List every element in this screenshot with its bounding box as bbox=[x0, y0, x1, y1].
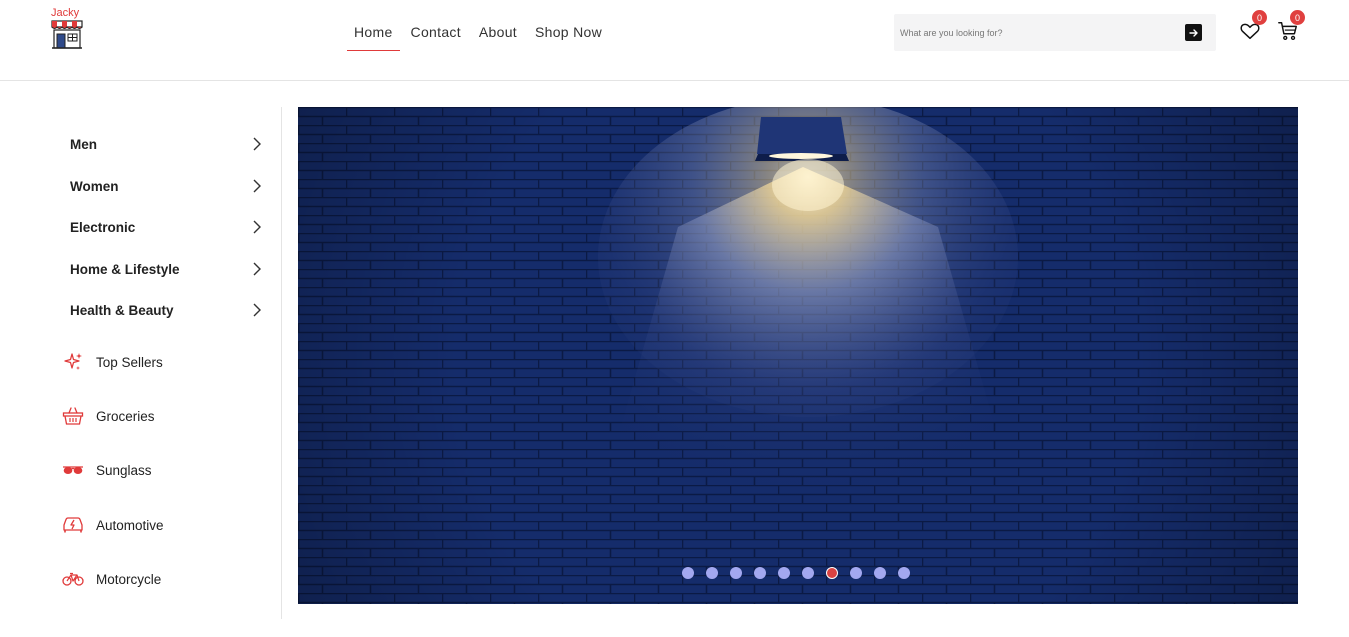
chevron-right-icon bbox=[253, 137, 261, 151]
category-label: Electronic bbox=[70, 219, 136, 235]
nav-about[interactable]: About bbox=[470, 22, 526, 50]
category-label: Home & Lifestyle bbox=[70, 261, 180, 277]
category-label: Men bbox=[70, 136, 97, 152]
carousel-dot[interactable] bbox=[730, 567, 742, 579]
nav-home[interactable]: Home bbox=[345, 22, 402, 51]
sidebar-item-motorcycle[interactable]: Motorcycle bbox=[62, 567, 161, 591]
basket-icon bbox=[62, 405, 84, 427]
category-electronic[interactable]: Electronic bbox=[70, 216, 262, 238]
cart-count-badge: 0 bbox=[1290, 10, 1305, 25]
sidebar-item-label: Groceries bbox=[96, 408, 155, 424]
logo-text: Jacky bbox=[51, 7, 80, 19]
store-icon bbox=[51, 20, 83, 49]
chevron-right-icon bbox=[253, 179, 261, 193]
sidebar-item-label: Motorcycle bbox=[96, 571, 162, 587]
sidebar-item-automotive[interactable]: Automotive bbox=[62, 513, 164, 537]
car-icon bbox=[62, 514, 84, 536]
sidebar-item-label: Top Sellers bbox=[96, 354, 163, 370]
header: Jacky Home Contact About Shop Now What a… bbox=[0, 0, 1349, 81]
banner-image bbox=[298, 107, 1298, 604]
cart-button[interactable]: 0 bbox=[1277, 10, 1305, 42]
category-women[interactable]: Women bbox=[70, 175, 262, 197]
category-health-beauty[interactable]: Health & Beauty bbox=[70, 299, 262, 321]
carousel-dot[interactable] bbox=[682, 567, 694, 579]
nav-contact[interactable]: Contact bbox=[402, 22, 470, 50]
search-submit-button[interactable] bbox=[1185, 24, 1202, 41]
sidebar-item-label: Sunglass bbox=[96, 462, 152, 478]
sidebar-item-label: Automotive bbox=[96, 517, 164, 533]
carousel-dot[interactable] bbox=[874, 567, 886, 579]
sunglasses-icon bbox=[62, 459, 84, 481]
carousel-dot[interactable] bbox=[802, 567, 814, 579]
carousel-indicators bbox=[682, 567, 910, 579]
sidebar-item-groceries[interactable]: Groceries bbox=[62, 404, 155, 428]
sidebar-item-sunglass[interactable]: Sunglass bbox=[62, 458, 152, 482]
carousel-dot[interactable] bbox=[754, 567, 766, 579]
nav-shop-now[interactable]: Shop Now bbox=[526, 22, 611, 50]
chevron-right-icon bbox=[253, 303, 261, 317]
wishlist-count-badge: 0 bbox=[1252, 10, 1267, 25]
carousel-dot-active[interactable] bbox=[826, 567, 838, 579]
category-label: Women bbox=[70, 178, 119, 194]
arrow-right-icon bbox=[1188, 28, 1198, 37]
category-sidebar: Men Women Electronic Home & Lifestyle He… bbox=[0, 107, 282, 619]
bicycle-icon bbox=[62, 568, 84, 590]
category-home-lifestyle[interactable]: Home & Lifestyle bbox=[70, 258, 262, 280]
chevron-right-icon bbox=[253, 220, 261, 234]
main-nav: Home Contact About Shop Now bbox=[345, 22, 611, 51]
sidebar-item-top-sellers[interactable]: Top Sellers bbox=[62, 350, 163, 374]
hero-banner[interactable] bbox=[298, 107, 1298, 604]
chevron-right-icon bbox=[253, 262, 261, 276]
carousel-dot[interactable] bbox=[778, 567, 790, 579]
search-input[interactable] bbox=[900, 14, 1180, 51]
carousel-dot[interactable] bbox=[850, 567, 862, 579]
search-bar bbox=[894, 14, 1216, 51]
carousel-dot[interactable] bbox=[898, 567, 910, 579]
wishlist-button[interactable]: 0 bbox=[1239, 10, 1267, 42]
carousel-dot[interactable] bbox=[706, 567, 718, 579]
category-label: Health & Beauty bbox=[70, 302, 174, 318]
category-men[interactable]: Men bbox=[70, 133, 262, 155]
sparkle-icon bbox=[62, 351, 84, 373]
logo[interactable]: Jacky bbox=[50, 7, 86, 57]
